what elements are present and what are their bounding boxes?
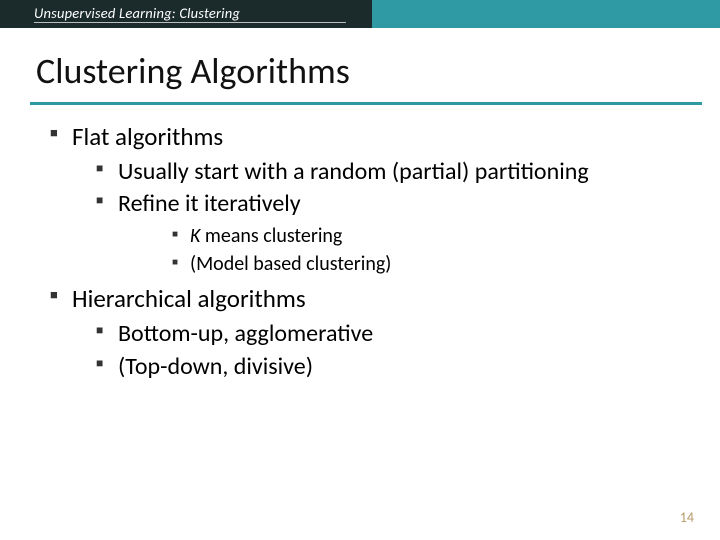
list-item: Usually start with a random (partial) pa… [96,157,680,188]
list-level-2: Usually start with a random (partial) pa… [72,157,680,278]
bullet-text: Flat algorithms [72,121,223,152]
list-level-2: Bottom-up, agglomerative (Top-down, divi… [72,319,680,382]
list-item: Flat algorithms Usually start with a ran… [50,121,680,278]
bullet-text: Usually start with a random (partial) pa… [118,157,589,186]
list-item: (Model based clustering) [172,252,680,278]
list-item: Refine it iteratively K means clustering… [96,189,680,277]
header-underline [34,22,346,23]
page-number: 14 [680,509,694,526]
list-item: Hierarchical algorithms Bottom-up, agglo… [50,283,680,382]
header-breadcrumb-box: Unsupervised Learning: Clustering [0,0,372,28]
header-breadcrumb: Unsupervised Learning: Clustering [34,4,240,22]
list-item: Bottom-up, agglomerative [96,319,680,350]
bullet-text: Bottom-up, agglomerative [118,319,373,348]
header-gap [0,28,720,30]
content-area: Flat algorithms Usually start with a ran… [0,105,720,383]
slide: Unsupervised Learning: Clustering Cluste… [0,0,720,540]
list-item: (Top-down, divisive) [96,352,680,383]
list-item: K means clustering [172,224,680,250]
bullet-text: Hierarchical algorithms [72,283,306,314]
list-level-1: Flat algorithms Usually start with a ran… [50,121,680,383]
bullet-text: means clustering [200,224,342,248]
bullet-text: Refine it iteratively [118,189,301,218]
header-strip: Unsupervised Learning: Clustering [0,0,720,30]
bullet-text: (Top-down, divisive) [118,352,313,381]
title-area: Clustering Algorithms [0,30,720,92]
italic-letter: K [190,224,200,248]
bullet-text: (Model based clustering) [190,252,391,276]
header-accent-bar [372,0,720,28]
list-level-3: K means clustering (Model based clusteri… [118,224,680,277]
page-title: Clustering Algorithms [36,52,720,92]
